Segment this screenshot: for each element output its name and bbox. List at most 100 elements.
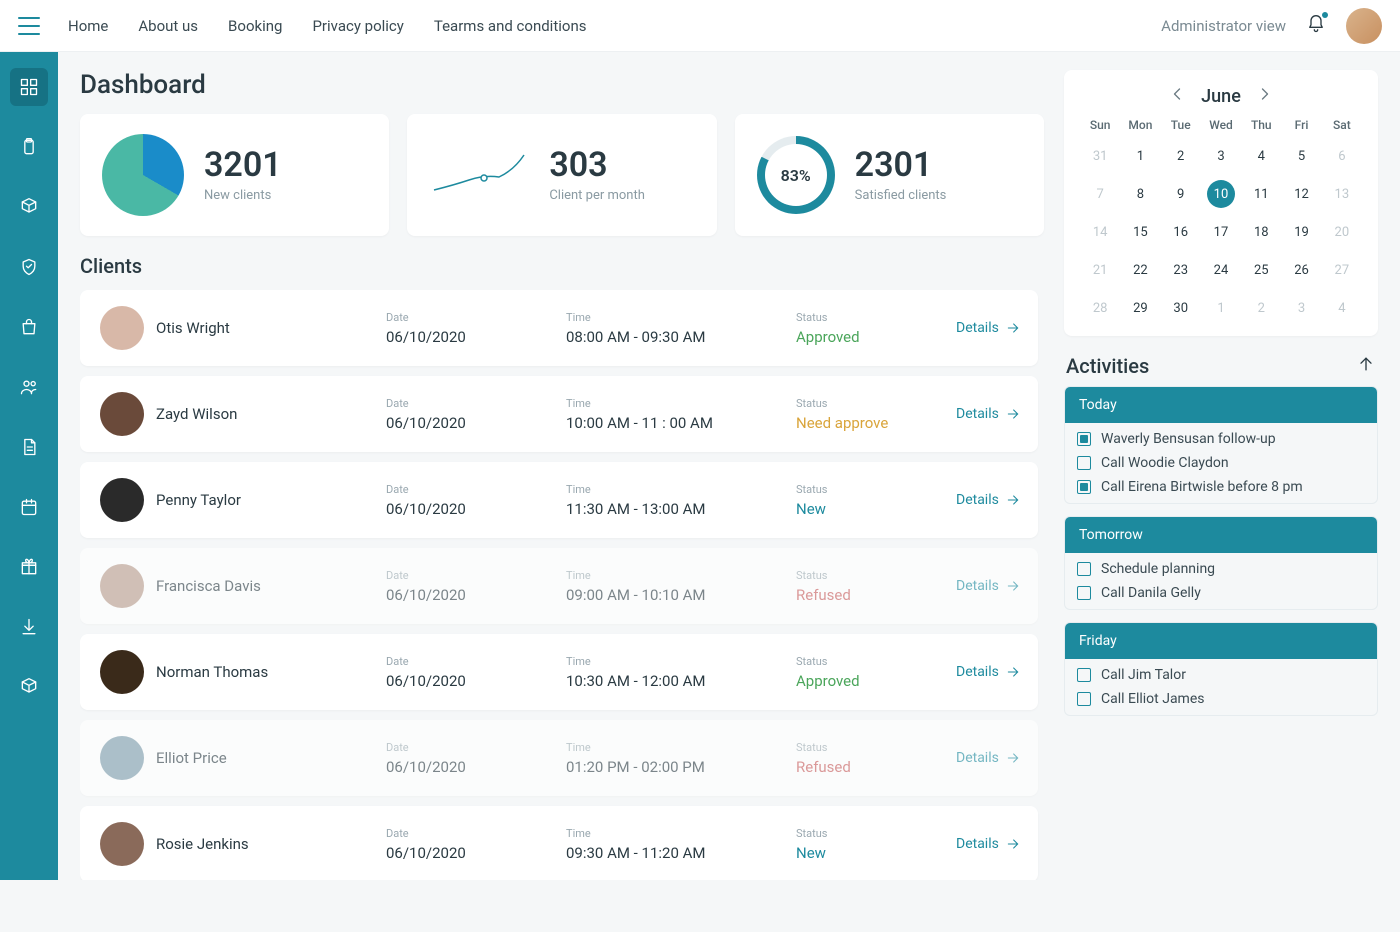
calendar-day[interactable]: 25 [1247, 256, 1275, 284]
activity-item[interactable]: Schedule planning [1077, 561, 1365, 577]
calendar-day[interactable]: 2 [1247, 294, 1275, 322]
calendar-day[interactable]: 16 [1167, 218, 1195, 246]
calendar-day[interactable]: 26 [1288, 256, 1316, 284]
arrow-right-icon [1005, 492, 1021, 508]
calendar-day[interactable]: 8 [1126, 180, 1154, 208]
calendar-day[interactable]: 20 [1328, 218, 1356, 246]
sidebar-item-users[interactable] [10, 368, 48, 406]
calendar-day[interactable]: 2 [1167, 142, 1195, 170]
calendar-dow: Sun [1080, 118, 1120, 132]
calendar-day[interactable]: 5 [1288, 142, 1316, 170]
nav-link[interactable]: Tearms and conditions [434, 17, 587, 35]
calendar-day[interactable]: 29 [1126, 294, 1154, 322]
hamburger-menu-icon[interactable] [18, 17, 40, 35]
admin-view-label[interactable]: Administrator view [1161, 17, 1286, 35]
calendar-day[interactable]: 6 [1328, 142, 1356, 170]
activity-item[interactable]: Call Woodie Claydon [1077, 455, 1365, 471]
details-link[interactable]: Details [956, 320, 1021, 336]
details-link[interactable]: Details [956, 750, 1021, 766]
checkbox-icon[interactable] [1077, 692, 1091, 706]
stat-label: Client per month [549, 188, 645, 203]
calendar-day[interactable]: 21 [1086, 256, 1114, 284]
client-row: Otis WrightDate06/10/2020Time08:00 AM - … [80, 290, 1038, 366]
activity-item[interactable]: Waverly Bensusan follow-up [1077, 431, 1365, 447]
pie-chart-icon [102, 134, 184, 216]
activities-collapse-button[interactable] [1356, 354, 1376, 378]
sidebar-item-shield[interactable] [10, 248, 48, 286]
status-label: Status [796, 655, 946, 668]
sidebar-item-calendar[interactable] [10, 488, 48, 526]
calendar-day[interactable]: 10 [1207, 180, 1235, 208]
calendar-day[interactable]: 24 [1207, 256, 1235, 284]
time-label: Time [566, 397, 786, 410]
client-avatar [100, 478, 144, 522]
client-time: 08:00 AM - 09:30 AM [566, 328, 786, 346]
nav-link[interactable]: Booking [228, 17, 282, 35]
calendar-day[interactable]: 9 [1167, 180, 1195, 208]
details-link[interactable]: Details [956, 836, 1021, 852]
calendar-day[interactable]: 1 [1207, 294, 1235, 322]
calendar-day[interactable]: 31 [1086, 142, 1114, 170]
sidebar-item-box[interactable] [10, 668, 48, 706]
calendar-day[interactable]: 3 [1288, 294, 1316, 322]
calendar-next-button[interactable] [1255, 84, 1275, 108]
calendar-grid: SunMonTueWedThuFriSat3112345678910111213… [1080, 118, 1362, 322]
activity-text: Call Jim Talor [1101, 667, 1186, 683]
sidebar-item-file[interactable] [10, 428, 48, 466]
calendar-prev-button[interactable] [1167, 84, 1187, 108]
sidebar-item-gift[interactable] [10, 548, 48, 586]
sidebar-item-bag[interactable] [10, 308, 48, 346]
calendar-day[interactable]: 17 [1207, 218, 1235, 246]
user-avatar[interactable] [1346, 8, 1382, 44]
calendar-day[interactable]: 1 [1126, 142, 1154, 170]
details-link[interactable]: Details [956, 406, 1021, 422]
checkbox-icon[interactable] [1077, 562, 1091, 576]
nav-link[interactable]: Home [68, 17, 108, 35]
calendar-day[interactable]: 15 [1126, 218, 1154, 246]
checkbox-icon[interactable] [1077, 480, 1091, 494]
activity-item[interactable]: Call Elliot James [1077, 691, 1365, 707]
sidebar-item-clipboard[interactable] [10, 128, 48, 166]
calendar-day[interactable]: 13 [1328, 180, 1356, 208]
sidebar-item-grid[interactable] [10, 68, 48, 106]
calendar-day[interactable]: 4 [1247, 142, 1275, 170]
calendar-day[interactable]: 7 [1086, 180, 1114, 208]
calendar-day[interactable]: 28 [1086, 294, 1114, 322]
status-label: Status [796, 827, 946, 840]
calendar-day[interactable]: 22 [1126, 256, 1154, 284]
checkbox-icon[interactable] [1077, 586, 1091, 600]
details-link[interactable]: Details [956, 492, 1021, 508]
calendar-day[interactable]: 4 [1328, 294, 1356, 322]
client-avatar [100, 306, 144, 350]
nav-link[interactable]: Privacy policy [312, 17, 403, 35]
calendar-day[interactable]: 23 [1167, 256, 1195, 284]
client-row: Rosie JenkinsDate06/10/2020Time09:30 AM … [80, 806, 1038, 880]
client-date: 06/10/2020 [386, 414, 556, 432]
clients-list[interactable]: Otis WrightDate06/10/2020Time08:00 AM - … [80, 290, 1044, 880]
client-time: 10:30 AM - 12:00 AM [566, 672, 786, 690]
checkbox-icon[interactable] [1077, 668, 1091, 682]
sidebar-item-download[interactable] [10, 608, 48, 646]
details-link[interactable]: Details [956, 578, 1021, 594]
status-label: Status [796, 741, 946, 754]
calendar-day[interactable]: 18 [1247, 218, 1275, 246]
details-link[interactable]: Details [956, 664, 1021, 680]
sidebar-item-cube[interactable] [10, 188, 48, 226]
activity-item[interactable]: Call Jim Talor [1077, 667, 1365, 683]
calendar-day[interactable]: 30 [1167, 294, 1195, 322]
calendar-day[interactable]: 27 [1328, 256, 1356, 284]
calendar-day[interactable]: 3 [1207, 142, 1235, 170]
calendar-day[interactable]: 11 [1247, 180, 1275, 208]
calendar-day[interactable]: 14 [1086, 218, 1114, 246]
client-date: 06/10/2020 [386, 758, 556, 776]
nav-link[interactable]: About us [138, 17, 198, 35]
activity-group: FridayCall Jim TalorCall Elliot James [1064, 622, 1378, 716]
notifications-button[interactable] [1306, 14, 1326, 38]
checkbox-icon[interactable] [1077, 432, 1091, 446]
calendar-day[interactable]: 12 [1288, 180, 1316, 208]
checkbox-icon[interactable] [1077, 456, 1091, 470]
activity-item[interactable]: Call Danila Gelly [1077, 585, 1365, 601]
calendar-dow: Mon [1120, 118, 1160, 132]
activity-item[interactable]: Call Eirena Birtwisle before 8 pm [1077, 479, 1365, 495]
calendar-day[interactable]: 19 [1288, 218, 1316, 246]
